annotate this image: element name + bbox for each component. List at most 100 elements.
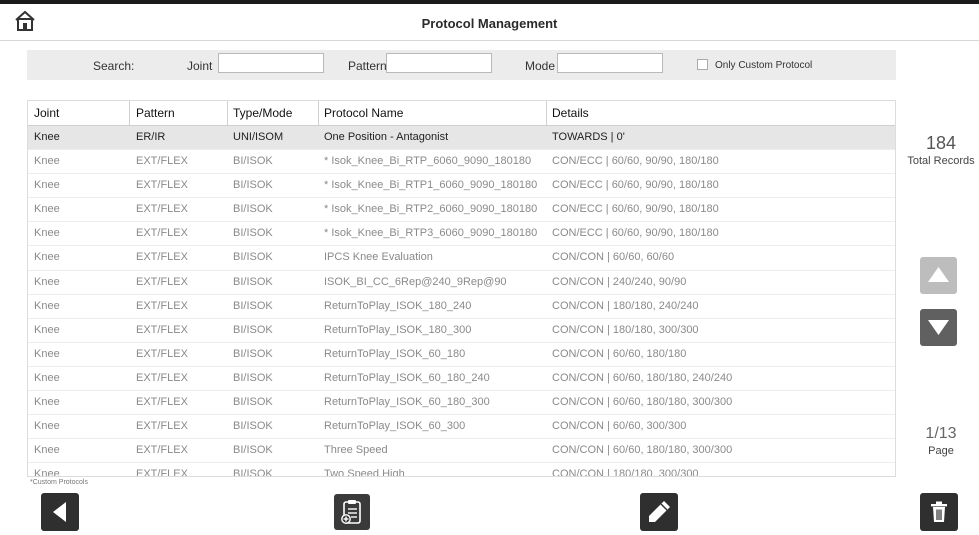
cell-protocol-name: * Isok_Knee_Bi_RTP_6060_9090_180180 xyxy=(324,155,532,168)
cell-details: CON/CON | 60/60, 180/180, 300/300 xyxy=(552,396,733,409)
cell-pattern: EXT/FLEX xyxy=(136,468,188,477)
table-row[interactable]: Knee EXT/FLEX BI/ISOK * Isok_Knee_Bi_RTP1_6… xyxy=(28,174,895,199)
cell-joint: Knee xyxy=(34,347,60,360)
table-row[interactable]: Knee EXT/FLEX BI/ISOK * Isok_Knee_Bi_RTP2_6… xyxy=(28,198,895,223)
cell-pattern: EXT/FLEX xyxy=(136,347,188,360)
table-row[interactable]: Knee EXT/FLEX BI/ISOK ReturnToPlay_ISOK_60_… xyxy=(28,415,895,440)
total-records-label: Total Records xyxy=(907,155,975,167)
table-row[interactable]: Knee EXT/FLEX BI/ISOK Three Speed CON/CON | … xyxy=(28,439,895,464)
cell-type-mode: BI/ISOK xyxy=(233,323,273,336)
cell-protocol-name: ReturnToPlay_ISOK_180_300 xyxy=(324,323,472,336)
cell-protocol-name: * Isok_Knee_Bi_RTP1_6060_9090_180180 xyxy=(324,179,538,192)
page-up-button[interactable] xyxy=(920,257,957,294)
mode-filter-input[interactable] xyxy=(557,53,663,73)
arrow-down-icon xyxy=(928,320,949,335)
cell-joint: Knee xyxy=(34,371,60,384)
joint-filter-input[interactable] xyxy=(218,53,324,73)
back-button[interactable] xyxy=(41,493,79,531)
cell-details: CON/CON | 180/180, 300/300 xyxy=(552,323,699,336)
column-header-details[interactable]: Details xyxy=(552,101,892,125)
page-down-button[interactable] xyxy=(920,309,957,346)
cell-pattern: ER/IR xyxy=(136,131,166,143)
cell-joint: Knee xyxy=(34,155,60,168)
new-protocol-button[interactable] xyxy=(334,494,370,530)
cell-details: CON/CON | 60/60, 300/300 xyxy=(552,420,687,433)
arrow-up-icon xyxy=(928,267,949,282)
pencil-icon xyxy=(649,501,670,522)
clipboard-add-icon xyxy=(341,500,361,524)
cell-details: CON/CON | 60/60, 60/60 xyxy=(552,251,675,264)
table-row[interactable]: Knee EXT/FLEX BI/ISOK ReturnToPlay_ISOK_180… xyxy=(28,319,895,343)
cell-type-mode: BI/ISOK xyxy=(233,155,273,168)
table-row[interactable]: Knee EXT/FLEX BI/ISOK ReturnToPlay_ISOK_180… xyxy=(28,295,895,319)
cell-protocol-name: * Isok_Knee_Bi_RTP2_6060_9090_180180 xyxy=(324,203,538,216)
cell-type-mode: UNI/ISOM xyxy=(233,131,284,143)
cell-joint: Knee xyxy=(34,323,60,336)
cell-pattern: EXT/FLEX xyxy=(136,299,188,312)
cell-type-mode: BI/ISOK xyxy=(233,444,273,457)
column-divider xyxy=(227,101,228,125)
cell-protocol-name: * Isok_Knee_Bi_RTP3_6060_9090_180180 xyxy=(324,227,538,240)
only-custom-checkbox[interactable] xyxy=(697,59,708,70)
cell-protocol-name: IPCS Knee Evaluation xyxy=(324,251,433,264)
custom-protocols-note: *Custom Protocols xyxy=(30,479,88,486)
table-row[interactable]: Knee EXT/FLEX BI/ISOK Two Speed High CON/CON… xyxy=(28,463,895,477)
cell-joint: Knee xyxy=(34,179,60,192)
column-header-type-mode[interactable]: Type/Mode xyxy=(233,101,319,125)
edit-protocol-button[interactable] xyxy=(640,493,678,531)
cell-type-mode: BI/ISOK xyxy=(233,371,273,384)
cell-details: CON/CON | 60/60, 180/180, 300/300 xyxy=(552,444,733,457)
column-divider xyxy=(129,101,130,125)
cell-protocol-name: ReturnToPlay_ISOK_60_180_240 xyxy=(324,371,490,384)
table-row[interactable]: Knee EXT/FLEX BI/ISOK ReturnToPlay_ISOK_60_… xyxy=(28,343,895,367)
joint-filter-label: Joint xyxy=(187,59,213,73)
table-row[interactable]: Knee EXT/FLEX BI/ISOK * Isok_Knee_Bi_RTP_60… xyxy=(28,150,895,175)
column-header-protocol-name[interactable]: Protocol Name xyxy=(324,101,546,125)
cell-type-mode: BI/ISOK xyxy=(233,396,273,409)
table-row[interactable]: Knee EXT/FLEX BI/ISOK ReturnToPlay_ISOK_60_… xyxy=(28,391,895,416)
cell-protocol-name: Three Speed xyxy=(324,444,388,457)
cell-details: CON/ECC | 60/60, 90/90, 180/180 xyxy=(552,179,719,192)
total-records-count: 184 xyxy=(925,133,957,153)
cell-joint: Knee xyxy=(34,444,60,457)
cell-details: CON/CON | 60/60, 180/180 xyxy=(552,347,687,360)
cell-type-mode: BI/ISOK xyxy=(233,275,273,288)
search-label: Search: xyxy=(93,59,135,73)
cell-joint: Knee xyxy=(34,203,60,216)
table-row[interactable]: Knee EXT/FLEX BI/ISOK IPCS Knee Evaluation C… xyxy=(28,246,895,271)
mode-filter-label: Mode xyxy=(525,59,556,73)
cell-joint: Knee xyxy=(34,420,60,433)
table-row[interactable]: Knee EXT/FLEX BI/ISOK ISOK_BI_CC_6Rep@240_9… xyxy=(28,271,895,295)
column-divider xyxy=(546,101,547,125)
cell-joint: Knee xyxy=(34,275,60,288)
cell-pattern: EXT/FLEX xyxy=(136,323,188,336)
search-bar: Search: Joint Pattern Mode Only Custom P… xyxy=(27,50,896,80)
cell-protocol-name: ISOK_BI_CC_6Rep@240_9Rep@90 xyxy=(324,275,507,288)
cell-details: CON/CON | 180/180, 240/240 xyxy=(552,299,699,312)
cell-pattern: EXT/FLEX xyxy=(136,444,188,457)
header-bar: Protocol Management xyxy=(0,0,979,41)
total-records: 184 Total Records xyxy=(903,133,979,167)
cell-details: CON/ECC | 60/60, 90/90, 180/180 xyxy=(552,203,719,216)
pattern-filter-label: Pattern xyxy=(348,59,387,73)
delete-protocol-button[interactable] xyxy=(920,493,958,531)
only-custom-label: Only Custom Protocol xyxy=(715,60,813,71)
cell-protocol-name: ReturnToPlay_ISOK_60_300 xyxy=(324,420,466,433)
cell-protocol-name: ReturnToPlay_ISOK_60_180_300 xyxy=(324,396,490,409)
pattern-filter-input[interactable] xyxy=(386,53,492,73)
cell-joint: Knee xyxy=(34,251,60,264)
cell-joint: Knee xyxy=(34,227,60,240)
cell-protocol-name: One Position - Antagonist xyxy=(324,131,449,143)
cell-type-mode: BI/ISOK xyxy=(233,468,273,477)
table-row[interactable]: Knee ER/IR UNI/ISOM One Position - Antagoni… xyxy=(28,126,895,151)
column-header-joint[interactable]: Joint xyxy=(34,101,126,125)
table-row[interactable]: Knee EXT/FLEX BI/ISOK ReturnToPlay_ISOK_60_… xyxy=(28,367,895,392)
column-header-pattern[interactable]: Pattern xyxy=(136,101,228,125)
table-row[interactable]: Knee EXT/FLEX BI/ISOK * Isok_Knee_Bi_RTP3_6… xyxy=(28,222,895,247)
cell-details: TOWARDS | 0' xyxy=(552,131,625,143)
cell-details: CON/CON | 240/240, 90/90 xyxy=(552,275,687,288)
cell-protocol-name: ReturnToPlay_ISOK_180_240 xyxy=(324,299,472,312)
protocol-table: Joint Pattern Type/Mode Protocol Name De… xyxy=(27,100,896,477)
cell-details: CON/CON | 180/180, 300/300 xyxy=(552,468,699,477)
cell-type-mode: BI/ISOK xyxy=(233,251,273,264)
